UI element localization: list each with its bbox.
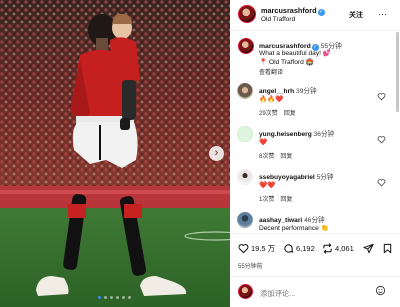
my-avatar bbox=[238, 284, 253, 299]
comment-reply-button[interactable]: 回复 bbox=[280, 197, 292, 203]
carousel-dot bbox=[128, 296, 131, 299]
caption-avatar[interactable] bbox=[238, 38, 254, 54]
carousel-dot bbox=[116, 296, 119, 299]
comment-header: angel__hrh 39分钟 bbox=[259, 85, 317, 95]
comment-icon bbox=[284, 244, 294, 253]
comment-time: 46分钟 bbox=[304, 217, 325, 224]
post-timestamp[interactable]: 55分钟前 bbox=[238, 261, 263, 270]
bookmark-icon bbox=[383, 243, 392, 254]
emoji-icon[interactable] bbox=[375, 285, 386, 296]
follow-button[interactable]: 关注 bbox=[349, 10, 363, 20]
carousel-dot-active bbox=[98, 296, 101, 299]
caption-line-1: What a beautiful day! 💕 bbox=[259, 50, 331, 57]
comment-action[interactable]: 6,192 bbox=[283, 243, 315, 254]
comment-likes[interactable]: 8次赞 bbox=[259, 154, 274, 160]
comment-meta: 29次赞 回复 bbox=[259, 108, 296, 117]
author-avatar[interactable] bbox=[238, 5, 256, 23]
comment-item: angel__hrh 39分钟 🔥🔥❤️ 29次赞 回复 bbox=[230, 83, 400, 123]
comment-avatar[interactable] bbox=[237, 83, 253, 99]
comment-username[interactable]: aashay_tiwari bbox=[259, 217, 302, 224]
repost-action[interactable]: 4,061 bbox=[322, 243, 354, 254]
comment-count: 6,192 bbox=[296, 244, 315, 253]
comment-item: ssebuyoyagabriel 5分钟 ❤️❤️ 1次赞 回复 bbox=[230, 169, 400, 209]
carousel-dot bbox=[122, 296, 125, 299]
comment-time: 39分钟 bbox=[296, 88, 317, 95]
divider bbox=[230, 233, 400, 234]
send-icon bbox=[363, 243, 374, 254]
comment-reply-button[interactable]: 回复 bbox=[280, 154, 292, 160]
more-options-icon[interactable]: … bbox=[378, 7, 388, 17]
carousel-dots bbox=[98, 296, 131, 299]
comment-meta: 1次赞 回复 bbox=[259, 194, 292, 203]
carousel-next-button[interactable]: › bbox=[209, 146, 224, 161]
verified-badge-icon: ✓ bbox=[317, 9, 325, 16]
post-actions-bar: 19.5 万 6,192 4,061 bbox=[230, 240, 400, 258]
repost-count: 4,061 bbox=[335, 244, 354, 253]
comment-header: ssebuyoyagabriel 5分钟 bbox=[259, 171, 333, 181]
comment-text: 🔥🔥❤️ bbox=[259, 96, 284, 103]
comment-item: aashay_tiwari 46分钟 Decent performance 👏 bbox=[230, 212, 400, 232]
comment-avatar[interactable] bbox=[237, 212, 253, 228]
comment-username[interactable]: ssebuyoyagabriel bbox=[259, 174, 315, 181]
heart-icon bbox=[238, 244, 249, 254]
author-username[interactable]: marcusrashford ✓ bbox=[261, 6, 325, 16]
like-count: 19.5 万 bbox=[251, 244, 276, 253]
like-comment-heart-icon[interactable] bbox=[377, 92, 386, 101]
like-comment-heart-icon[interactable] bbox=[377, 178, 386, 187]
comment-meta: 8次赞 回复 bbox=[259, 151, 292, 160]
comment-text: Decent performance 👏 bbox=[259, 225, 329, 232]
add-comment-input[interactable]: 添加评论... bbox=[260, 289, 295, 299]
save-action[interactable] bbox=[382, 243, 393, 254]
divider bbox=[230, 276, 400, 277]
comment-avatar[interactable] bbox=[237, 126, 253, 142]
post-photo: › bbox=[0, 0, 230, 307]
comment-text: ❤️ bbox=[259, 139, 268, 146]
comment-text: ❤️❤️ bbox=[259, 182, 276, 189]
photo-image bbox=[0, 0, 230, 307]
comment-item: yung.heisenberg 36分钟 ❤️ 8次赞 回复 bbox=[230, 126, 400, 166]
comment-header: aashay_tiwari 46分钟 bbox=[259, 214, 325, 224]
comment-likes[interactable]: 1次赞 bbox=[259, 197, 274, 203]
share-action[interactable] bbox=[363, 243, 374, 254]
like-comment-heart-icon[interactable] bbox=[377, 135, 386, 144]
chevron-right-icon: › bbox=[214, 147, 219, 159]
comment-time: 5分钟 bbox=[316, 174, 334, 181]
repost-icon bbox=[323, 243, 332, 254]
post-header: marcusrashford ✓ Old Trafford 关注 … bbox=[230, 0, 400, 31]
like-action[interactable]: 19.5 万 bbox=[238, 243, 275, 254]
post-location[interactable]: Old Trafford bbox=[261, 16, 295, 23]
caption-line-2: 📍 Old Trafford 🏟️ bbox=[259, 59, 314, 66]
comment-avatar[interactable] bbox=[237, 169, 253, 185]
post-side-panel: marcusrashford ✓ Old Trafford 关注 … marcus… bbox=[230, 0, 400, 307]
comment-username[interactable]: yung.heisenberg bbox=[259, 131, 312, 138]
carousel-dot bbox=[104, 296, 107, 299]
carousel-dot bbox=[110, 296, 113, 299]
comment-reply-button[interactable]: 回复 bbox=[284, 111, 296, 117]
comment-username[interactable]: angel__hrh bbox=[259, 88, 294, 95]
comment-time: 36分钟 bbox=[313, 131, 335, 138]
comment-likes[interactable]: 29次赞 bbox=[259, 111, 278, 117]
comment-header: yung.heisenberg 36分钟 bbox=[259, 128, 334, 138]
see-translation-link[interactable]: 查看翻译 bbox=[259, 67, 283, 76]
